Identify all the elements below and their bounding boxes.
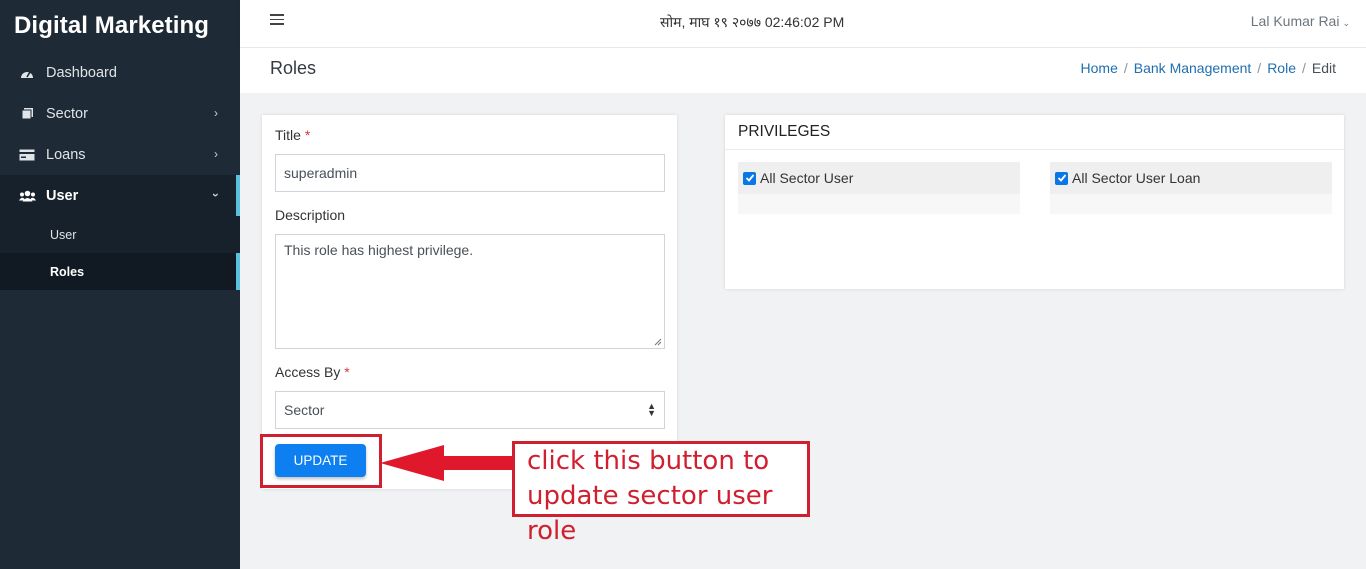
breadcrumb-bank-management[interactable]: Bank Management [1134,60,1252,76]
sidebar-item-label: Dashboard [46,64,117,81]
description-text: This role has highest privilege. [284,242,474,258]
sidebar-item-sector[interactable]: Sector › [0,93,240,134]
select-arrows-icon: ▲ ▼ [647,401,656,418]
privileges-heading: PRIVILEGES [725,115,1344,150]
sidebar-subitem-roles[interactable]: Roles [0,253,240,290]
breadcrumb-separator: / [1257,60,1262,76]
access-by-label: Access By * [275,364,350,380]
brand-title[interactable]: Digital Marketing [0,0,240,52]
chevron-down-icon: › [209,193,223,197]
active-indicator [236,253,240,290]
privilege-row: All Sector User Loan [1050,162,1332,194]
breadcrumb: Home / Bank Management / Role / Edit [1081,60,1336,76]
chevron-right-icon: › [214,147,218,161]
page-title: Roles [270,58,317,78]
breadcrumb-separator: / [1123,60,1128,76]
topbar: सोम, माघ १९ २०७७ 02:46:02 PM Lal Kumar R… [240,0,1366,48]
chevron-down-icon: ⌄ [1342,18,1350,28]
access-by-value: Sector [284,402,325,418]
privilege-row: All Sector User [738,162,1020,194]
chevron-right-icon: › [214,106,218,120]
title-input[interactable]: superadmin [275,154,665,192]
resize-handle-icon[interactable] [654,338,662,346]
required-mark: * [344,364,350,380]
breadcrumb-home[interactable]: Home [1081,60,1118,76]
access-by-label-text: Access By [275,364,341,380]
active-indicator [236,175,240,216]
required-mark: * [304,127,311,143]
sidebar-subitem-label: Roles [50,264,85,279]
hamburger-menu-icon[interactable] [270,14,284,26]
breadcrumb-current: Edit [1311,60,1336,76]
sidebar: Digital Marketing Dashboard Sector › Loa… [0,0,240,569]
checkbox-all-sector-user-loan[interactable] [1055,171,1068,185]
sidebar-subitem-label: User [50,227,77,242]
page-header: Roles Home / Bank Management / Role / Edit [240,48,1366,93]
sidebar-item-label: Sector [46,105,88,122]
annotation-arrow-icon [380,445,512,481]
checkbox-all-sector-user[interactable] [743,171,756,185]
title-label: Title * [275,127,310,143]
breadcrumb-separator: / [1301,60,1306,76]
sidebar-item-dashboard[interactable]: Dashboard [0,52,240,93]
user-menu[interactable]: Lal Kumar Rai ⌄ [1251,13,1350,29]
sidebar-item-label: Loans [46,146,86,163]
privilege-label: All Sector User [760,170,854,186]
sidebar-item-loans[interactable]: Loans › [0,134,240,175]
annotation-highlight-box [260,434,382,488]
privilege-item: All Sector User [738,162,1020,214]
description-textarea[interactable]: This role has highest privilege. [275,234,665,349]
privilege-item: All Sector User Loan [1050,162,1332,214]
sector-icon [18,107,36,121]
annotation-line-2: update sector user role [527,481,773,546]
annotation-callout: click this button to update sector user … [512,441,810,546]
breadcrumb-role[interactable]: Role [1267,60,1296,76]
description-label: Description [275,207,346,223]
privileges-card: PRIVILEGES All Sector User All Sector Us… [725,115,1344,289]
role-form-card: Title * superadmin Description This role… [262,115,677,489]
sidebar-subitem-user[interactable]: User [0,216,240,253]
sidebar-item-user[interactable]: User › [0,175,240,216]
privilege-label: All Sector User Loan [1072,170,1201,186]
sidebar-item-label: User [46,187,79,204]
title-label-text: Title [275,127,301,143]
user-name: Lal Kumar Rai [1250,13,1340,29]
dashboard-icon [18,66,36,80]
datetime-display: सोम, माघ १९ २०७७ 02:46:02 PM [660,14,845,30]
users-icon [18,189,36,203]
loans-icon [18,148,36,162]
annotation-line-1: click this button to [527,446,770,476]
access-by-select[interactable]: Sector ▲ ▼ [275,391,665,429]
